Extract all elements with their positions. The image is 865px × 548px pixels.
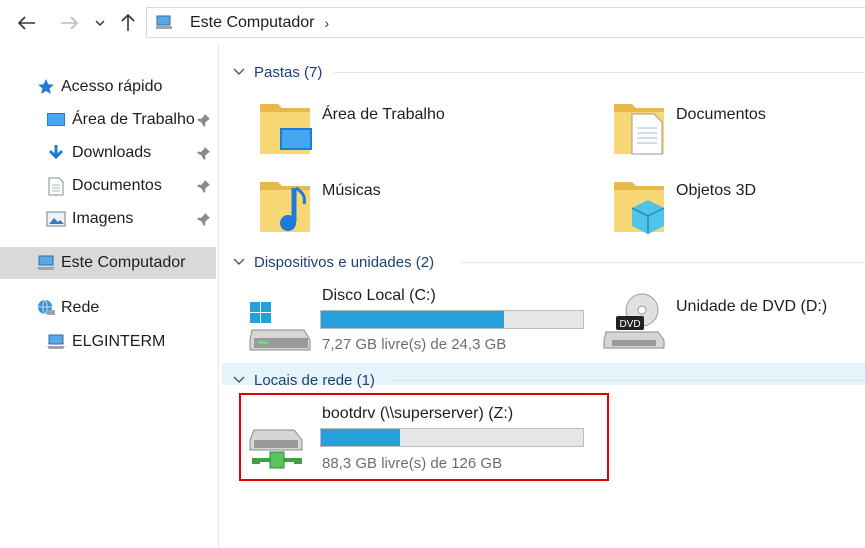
- sidebar-item-label: Acesso rápido: [61, 78, 163, 95]
- chevron-down-icon: [95, 20, 105, 26]
- download-icon: [46, 143, 66, 163]
- breadcrumb-this-pc[interactable]: Este Computador: [190, 14, 315, 32]
- breadcrumb-chevron-icon[interactable]: ›: [325, 15, 330, 31]
- computer-icon: [46, 332, 66, 352]
- drive-usage-bar: [320, 310, 584, 329]
- network-icon: [36, 298, 56, 318]
- annotation-highlight-box: [239, 393, 609, 481]
- sidebar-item-label: Documentos: [72, 177, 162, 194]
- pin-icon[interactable]: [197, 146, 211, 160]
- sidebar-item-label: Imagens: [72, 210, 134, 227]
- up-button[interactable]: [117, 8, 139, 38]
- folder-tile-3d-objects[interactable]: Objetos 3D: [604, 172, 854, 238]
- dvd-drive-icon: DVD: [603, 293, 665, 349]
- navigation-pane: Acesso rápido Área de Trabalho Downloads…: [0, 44, 218, 548]
- computer-icon: [156, 15, 172, 29]
- recent-locations-button[interactable]: [92, 8, 108, 38]
- pane-divider[interactable]: [218, 44, 219, 548]
- sidebar-item-label: Rede: [61, 299, 100, 316]
- sidebar-item-this-pc[interactable]: Este Computador: [0, 247, 216, 279]
- drive-tile-local-disk[interactable]: Disco Local (C:) 7,27 GB livre(s) de 24,…: [244, 284, 592, 356]
- address-bar[interactable]: Este Computador ›: [146, 7, 865, 38]
- sidebar-item-desktop[interactable]: Área de Trabalho: [0, 104, 216, 136]
- desktop-folder-icon: [260, 104, 312, 154]
- svg-text:DVD: DVD: [619, 319, 640, 330]
- folder-tile-documents[interactable]: Documentos: [604, 94, 854, 160]
- drive-name: Unidade de DVD (D:): [676, 298, 828, 315]
- hard-drive-windows-icon: [249, 302, 311, 351]
- arrow-up-icon: [121, 14, 135, 31]
- folder-name: Objetos 3D: [676, 182, 757, 199]
- folder-name: Documentos: [676, 106, 766, 123]
- sidebar-item-pictures[interactable]: Imagens: [0, 203, 216, 235]
- chevron-down-icon: [233, 258, 245, 265]
- forward-button[interactable]: [56, 8, 82, 38]
- chevron-down-icon: [233, 376, 245, 383]
- folder-tile-desktop[interactable]: Área de Trabalho: [250, 94, 590, 160]
- group-divider: [462, 262, 865, 263]
- desktop-icon: [46, 110, 66, 130]
- star-icon: [36, 77, 56, 97]
- document-icon: [46, 176, 66, 196]
- sidebar-item-downloads[interactable]: Downloads: [0, 137, 216, 169]
- drive-name: Disco Local (C:): [322, 287, 436, 304]
- pin-icon[interactable]: [197, 212, 211, 226]
- sidebar-item-label: Downloads: [72, 144, 152, 161]
- pin-icon[interactable]: [197, 179, 211, 193]
- group-title: Locais de rede (1): [254, 371, 375, 389]
- arrow-left-icon: [18, 16, 35, 30]
- chevron-down-icon: [233, 68, 245, 75]
- sidebar-item-network[interactable]: Rede: [0, 292, 216, 324]
- arrow-right-icon: [61, 16, 78, 30]
- documents-folder-icon: [614, 104, 664, 155]
- sidebar-item-label: Este Computador: [61, 254, 186, 271]
- pictures-icon: [46, 209, 66, 229]
- sidebar-item-label: Área de Trabalho: [72, 111, 195, 128]
- sidebar-item-elginterm[interactable]: ELGINTERM: [0, 326, 216, 358]
- group-header-folders[interactable]: Pastas (7): [232, 62, 322, 82]
- music-folder-icon: [260, 182, 310, 232]
- sidebar-item-quick-access[interactable]: Acesso rápido: [0, 71, 216, 103]
- drive-free-space: 7,27 GB livre(s) de 24,3 GB: [322, 336, 507, 353]
- sidebar-item-label: ELGINTERM: [72, 333, 166, 350]
- group-header-network[interactable]: Locais de rede (1): [232, 370, 375, 390]
- group-title: Dispositivos e unidades (2): [254, 253, 435, 271]
- computer-icon: [36, 253, 56, 273]
- folder-name: Área de Trabalho: [322, 106, 445, 123]
- pin-icon[interactable]: [197, 113, 211, 127]
- group-header-devices[interactable]: Dispositivos e unidades (2): [232, 252, 434, 272]
- group-title: Pastas (7): [254, 63, 323, 81]
- folder-name: Músicas: [322, 182, 381, 199]
- sidebar-item-documents[interactable]: Documentos: [0, 170, 216, 202]
- back-button[interactable]: [14, 8, 40, 38]
- drive-usage-fill: [321, 311, 505, 328]
- folder-tile-music[interactable]: Músicas: [250, 172, 590, 238]
- group-divider: [390, 380, 865, 381]
- 3d-objects-folder-icon: [614, 182, 665, 234]
- drive-tile-dvd[interactable]: DVD Unidade de DVD (D:): [598, 284, 858, 356]
- group-divider: [334, 72, 865, 73]
